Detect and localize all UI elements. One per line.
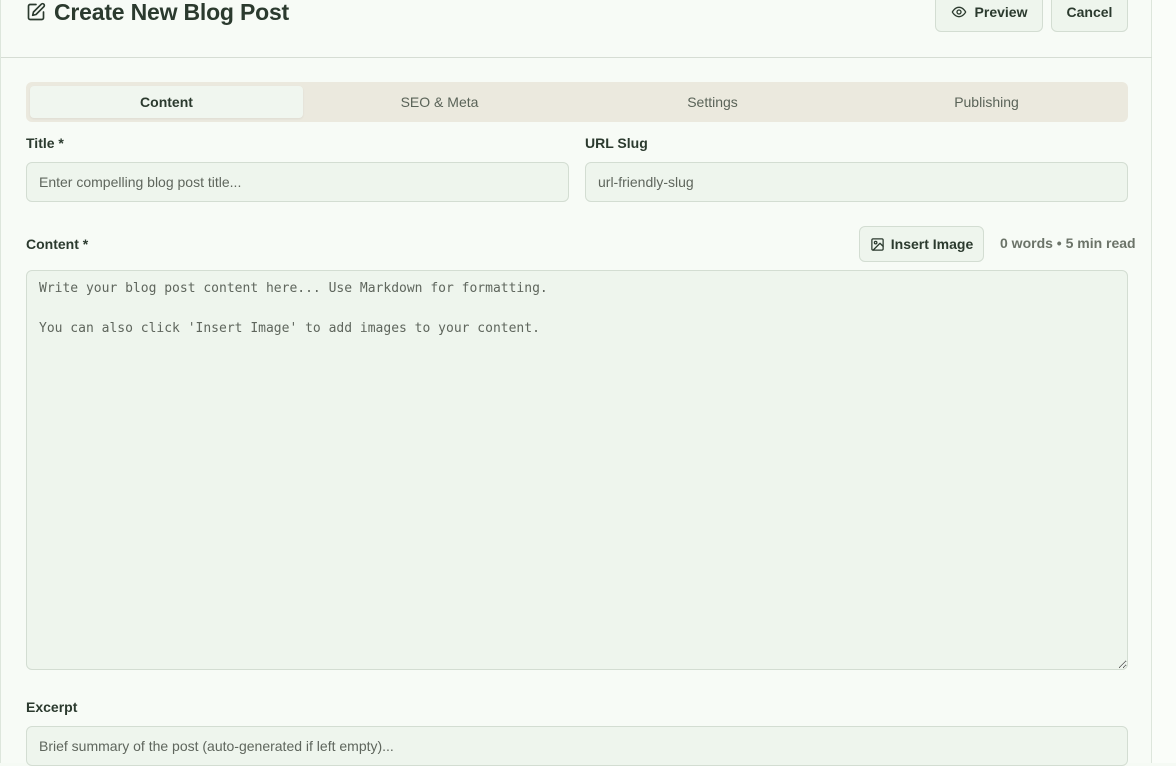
page-title-text: Create New Blog Post	[54, 0, 289, 25]
tab-list: Content SEO & Meta Settings Publishing	[26, 82, 1128, 122]
title-label: Title *	[26, 135, 64, 151]
slug-input[interactable]	[585, 162, 1128, 202]
tab-seo-meta[interactable]: SEO & Meta	[303, 86, 576, 118]
excerpt-input[interactable]	[26, 726, 1128, 766]
page-header: Create New Blog Post Preview Cancel	[1, 0, 1152, 58]
content-label: Content *	[26, 236, 89, 252]
content-editor[interactable]	[26, 270, 1128, 670]
tab-publishing[interactable]: Publishing	[850, 86, 1123, 118]
cancel-button-label: Cancel	[1066, 4, 1113, 20]
edit-icon	[27, 2, 46, 21]
image-icon	[871, 237, 884, 251]
tab-content[interactable]: Content	[30, 86, 303, 118]
eye-icon	[951, 6, 966, 18]
preview-button[interactable]: Preview	[935, 0, 1043, 32]
insert-image-label: Insert Image	[890, 236, 974, 252]
tab-settings[interactable]: Settings	[576, 86, 849, 118]
scrollbar-gutter	[1152, 0, 1176, 763]
preview-button-label: Preview	[974, 4, 1028, 20]
word-count: 0 words • 5 min read	[1000, 235, 1136, 251]
insert-image-button[interactable]: Insert Image	[859, 226, 984, 262]
slug-label: URL Slug	[585, 135, 648, 151]
title-input[interactable]	[26, 162, 569, 202]
cancel-button[interactable]: Cancel	[1051, 0, 1128, 32]
excerpt-label: Excerpt	[26, 699, 78, 715]
page-title: Create New Blog Post	[26, 0, 289, 28]
blog-editor-page: Create New Blog Post Preview Cancel Cont…	[0, 0, 1152, 766]
